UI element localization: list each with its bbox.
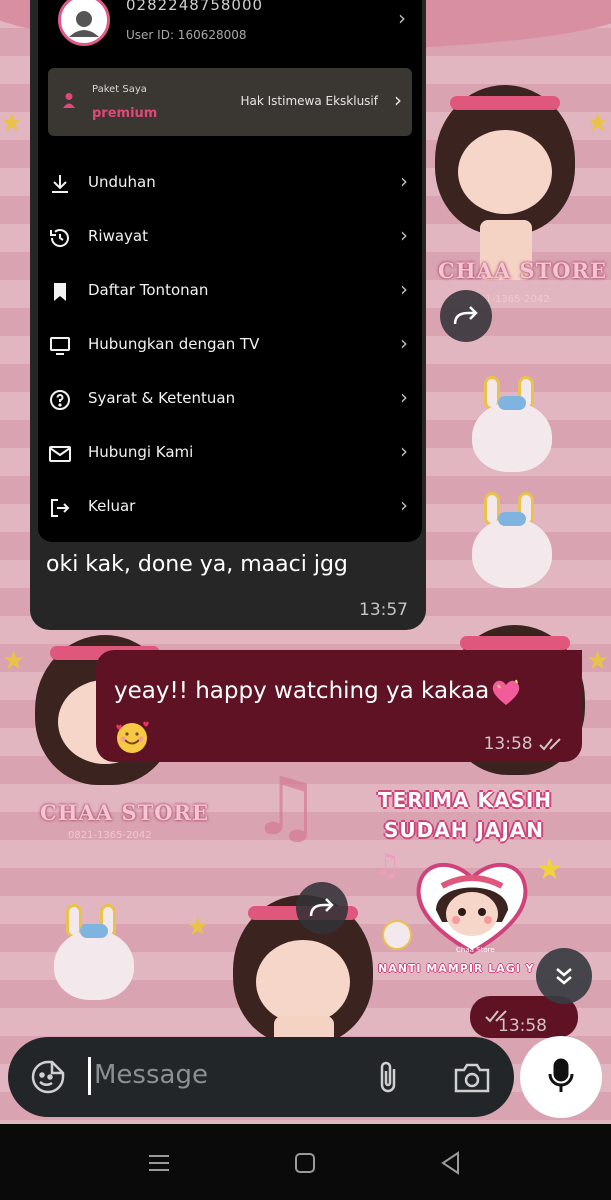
system-navigation-bar [0, 1124, 611, 1200]
plan-label: Paket Saya [92, 84, 147, 95]
sparkling-heart-emoji [492, 679, 520, 705]
star-icon: ★ [586, 646, 610, 676]
chevron-right-icon: › [400, 385, 408, 409]
forward-icon [453, 306, 478, 325]
download-icon [52, 175, 68, 193]
logout-icon [51, 499, 70, 517]
chevron-right-icon: › [394, 88, 402, 112]
wallpaper-bunny [470, 492, 554, 592]
forward-icon [309, 898, 334, 917]
star-icon: ★ [536, 852, 563, 887]
wallpaper-bunny [52, 904, 136, 1004]
message-timestamp: 13:58 [484, 734, 566, 754]
back-icon[interactable] [438, 1150, 464, 1176]
incoming-message-bubble[interactable]: 0282248758000 User ID: 160628008 › Paket… [30, 0, 426, 630]
chevron-right-icon: › [400, 439, 408, 463]
outgoing-message-bubble[interactable]: yeay!! happy watching ya kakaa 13:58 [96, 650, 582, 762]
sticker-caption: Chaa Store [456, 946, 495, 954]
sticker-line-2: SUDAH JAJAN [384, 818, 545, 842]
menu-label: Daftar Tontonan [88, 281, 209, 299]
sticker-bottom-text: NANTI MAMPIR LAGI Y [378, 962, 535, 975]
recent-apps-icon[interactable] [146, 1150, 172, 1176]
home-icon[interactable] [292, 1150, 318, 1176]
menu-label: Syarat & Ketentuan [88, 389, 236, 407]
wallpaper-phone: 0821-1365-2042 [68, 830, 152, 841]
scroll-to-bottom-button[interactable] [536, 948, 592, 1004]
menu-item-downloads: Unduhan › [38, 157, 422, 211]
voice-record-button[interactable] [520, 1036, 602, 1118]
wallpaper-logo: CHAA STORE [40, 800, 209, 825]
menu-label: Hubungi Kami [88, 443, 194, 461]
profile-row: 0282248758000 User ID: 160628008 › [46, 0, 406, 52]
forward-button[interactable] [296, 882, 348, 934]
bookmark-icon [54, 283, 66, 301]
double-check-icon [539, 738, 561, 751]
smiling-face-hearts-emoji [116, 721, 149, 753]
mail-icon [49, 446, 71, 462]
sticker-time: 13:58 [484, 1006, 547, 1036]
menu-item-history: Riwayat › [38, 211, 422, 265]
menu-label: Riwayat [88, 227, 148, 245]
embedded-screenshot[interactable]: 0282248758000 User ID: 160628008 › Paket… [38, 0, 422, 542]
phone-number: 0282248758000 [126, 0, 264, 14]
menu-label: Keluar [88, 497, 136, 515]
menu-label: Hubungkan dengan TV [88, 335, 260, 353]
camera-icon[interactable] [452, 1061, 492, 1095]
forward-button[interactable] [440, 290, 492, 342]
chevron-right-icon: › [400, 169, 408, 193]
star-icon: ★ [2, 646, 26, 676]
chevron-right-icon: › [400, 223, 408, 247]
star-icon: ★ [586, 108, 610, 138]
history-icon [50, 229, 69, 247]
privilege-link: Hak Istimewa Eksklusif [240, 94, 378, 108]
tv-icon [50, 337, 70, 355]
message-composer[interactable]: Message [8, 1037, 514, 1117]
sticker-line-1: TERIMA KASIH [378, 788, 553, 812]
microphone-icon [548, 1058, 574, 1092]
menu-item-connect-tv: Hubungkan dengan TV › [38, 319, 422, 373]
attach-icon[interactable] [374, 1059, 404, 1095]
music-note-icon: ♫ [250, 760, 322, 853]
outgoing-message-text: yeay!! happy watching ya kakaa [114, 668, 544, 760]
person-icon [63, 93, 75, 108]
sticker-icon[interactable] [30, 1059, 66, 1095]
menu-item-contact: Hubungi Kami › [38, 427, 422, 481]
wallpaper-logo: CHAA STORE [438, 258, 607, 283]
star-icon: ★ [0, 108, 24, 138]
chevron-right-icon: › [400, 331, 408, 355]
chevron-right-icon: › [400, 493, 408, 517]
menu-label: Unduhan [88, 173, 156, 191]
menu-item-terms: Syarat & Ketentuan › [38, 373, 422, 427]
text-cursor [88, 1057, 91, 1095]
heart-frame [416, 862, 528, 955]
message-timestamp: 13:57 [359, 600, 408, 620]
menu-item-watchlist: Daftar Tontonan › [38, 265, 422, 319]
bunny-icon [382, 920, 412, 950]
plan-value: premium [92, 106, 158, 121]
message-input[interactable]: Message [94, 1060, 208, 1090]
avatar [58, 0, 110, 46]
outgoing-text: yeay!! happy watching ya kakaa [114, 678, 490, 704]
chevron-right-icon: › [398, 6, 406, 30]
message-time: 13:58 [483, 734, 533, 754]
double-chevron-down-icon [556, 968, 572, 985]
plan-card: Paket Saya premium Hak Istimewa Eksklusi… [48, 68, 412, 136]
music-note-icon: ♫ [374, 848, 401, 883]
menu-item-logout: Keluar › [38, 481, 422, 535]
user-id: User ID: 160628008 [126, 28, 247, 42]
incoming-message-text: oki kak, done ya, maaci jgg [46, 552, 348, 577]
help-icon [50, 390, 70, 410]
wallpaper-bunny [470, 376, 554, 476]
star-icon: ★ [186, 912, 210, 942]
chevron-right-icon: › [400, 277, 408, 301]
